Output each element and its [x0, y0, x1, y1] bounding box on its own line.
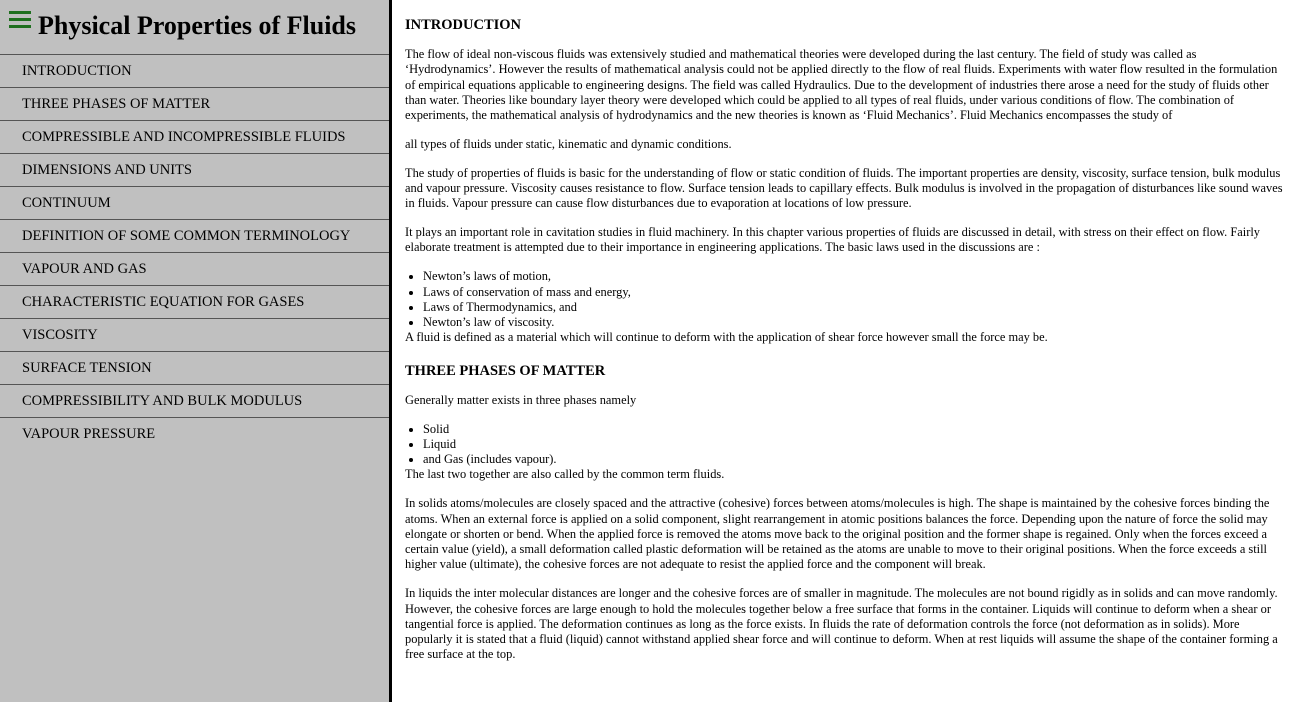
paragraph: It plays an important role in cavitation…: [405, 225, 1260, 255]
paragraph: The study of properties of fluids is bas…: [405, 165, 1283, 211]
sidebar-item-introduction[interactable]: INTRODUCTION: [0, 55, 389, 88]
paragraph: A fluid is defined as a material which w…: [405, 330, 1048, 345]
hamburger-menu-icon[interactable]: [9, 10, 31, 28]
phases-list: Solid Liquid and Gas (includes vapour).: [405, 422, 1285, 468]
sidebar-nav: INTRODUCTION THREE PHASES OF MATTER COMP…: [0, 55, 389, 450]
sidebar-item-compressibility[interactable]: COMPRESSIBILITY AND BULK MODULUS: [0, 385, 389, 418]
section-heading-three-phases: THREE PHASES OF MATTER: [405, 362, 606, 379]
sidebar: Physical Properties of Fluids INTRODUCTI…: [0, 0, 392, 702]
sidebar-item-vapour-pressure[interactable]: VAPOUR PRESSURE: [0, 418, 389, 450]
sidebar-item-common-terminology[interactable]: DEFINITION OF SOME COMMON TERMINOLOGY: [0, 220, 389, 253]
list-item: Solid: [423, 422, 1285, 437]
paragraph: The last two together are also called by…: [405, 467, 725, 482]
list-item: Laws of conservation of mass and energy,: [423, 285, 1285, 300]
sidebar-item-dimensions-and-units[interactable]: DIMENSIONS AND UNITS: [0, 154, 389, 187]
list-item: Newton’s laws of motion,: [423, 269, 1285, 284]
sidebar-item-characteristic-equation[interactable]: CHARACTERISTIC EQUATION FOR GASES: [0, 286, 389, 319]
sidebar-item-continuum[interactable]: CONTINUUM: [0, 187, 389, 220]
sidebar-item-surface-tension[interactable]: SURFACE TENSION: [0, 352, 389, 385]
paragraph: all types of fluids under static, kinema…: [405, 136, 732, 151]
paragraph: The flow of ideal non-viscous fluids was…: [405, 47, 1278, 123]
sidebar-item-three-phases-of-matter[interactable]: THREE PHASES OF MATTER: [0, 88, 389, 121]
sidebar-item-compressible-fluids[interactable]: COMPRESSIBLE AND INCOMPRESSIBLE FLUIDS: [0, 121, 389, 154]
paragraph: Generally matter exists in three phases …: [405, 392, 637, 407]
list-item: and Gas (includes vapour).: [423, 452, 1285, 467]
paragraph: In liquids the inter molecular distances…: [405, 586, 1278, 662]
list-item: Laws of Thermodynamics, and: [423, 300, 1285, 315]
main-content: INTRODUCTION The flow of ideal non-visco…: [405, 0, 1285, 702]
list-item: Newton’s law of viscosity.: [423, 315, 1285, 330]
sidebar-header: Physical Properties of Fluids: [0, 0, 389, 55]
laws-list: Newton’s laws of motion, Laws of conserv…: [405, 269, 1285, 330]
list-item: Liquid: [423, 437, 1285, 452]
paragraph: In solids atoms/molecules are closely sp…: [405, 496, 1270, 572]
section-heading-introduction: INTRODUCTION: [405, 17, 522, 33]
sidebar-item-vapour-and-gas[interactable]: VAPOUR AND GAS: [0, 253, 389, 286]
sidebar-item-viscosity[interactable]: VISCOSITY: [0, 319, 389, 352]
site-title: Physical Properties of Fluids: [38, 11, 357, 40]
